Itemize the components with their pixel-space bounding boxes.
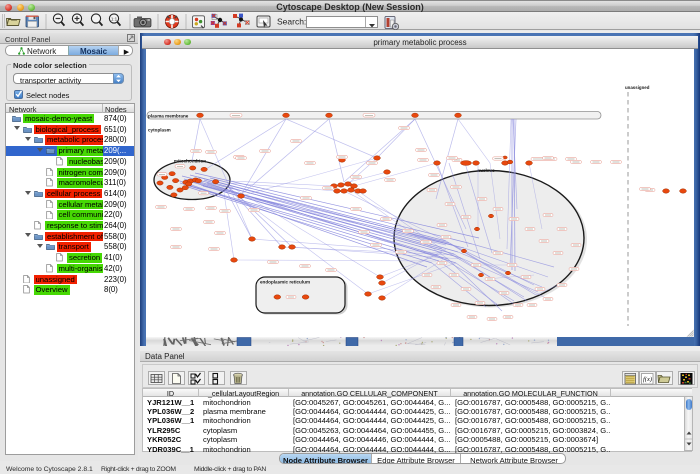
svg-text:nucleus: nucleus (477, 168, 495, 173)
svg-text:cytoplasm: cytoplasm (148, 127, 171, 132)
svg-text:f(x): f(x) (643, 376, 652, 383)
svg-text:Search:: Search: (277, 16, 306, 26)
svg-text:mitochondrion: mitochondrion (174, 158, 206, 163)
svg-text:endoplasmic reticulum: endoplasmic reticulum (260, 279, 310, 284)
svg-text:unassigned: unassigned (625, 85, 650, 90)
svg-text:plasma membrane: plasma membrane (148, 113, 189, 118)
svg-text:1:1: 1:1 (111, 17, 118, 22)
